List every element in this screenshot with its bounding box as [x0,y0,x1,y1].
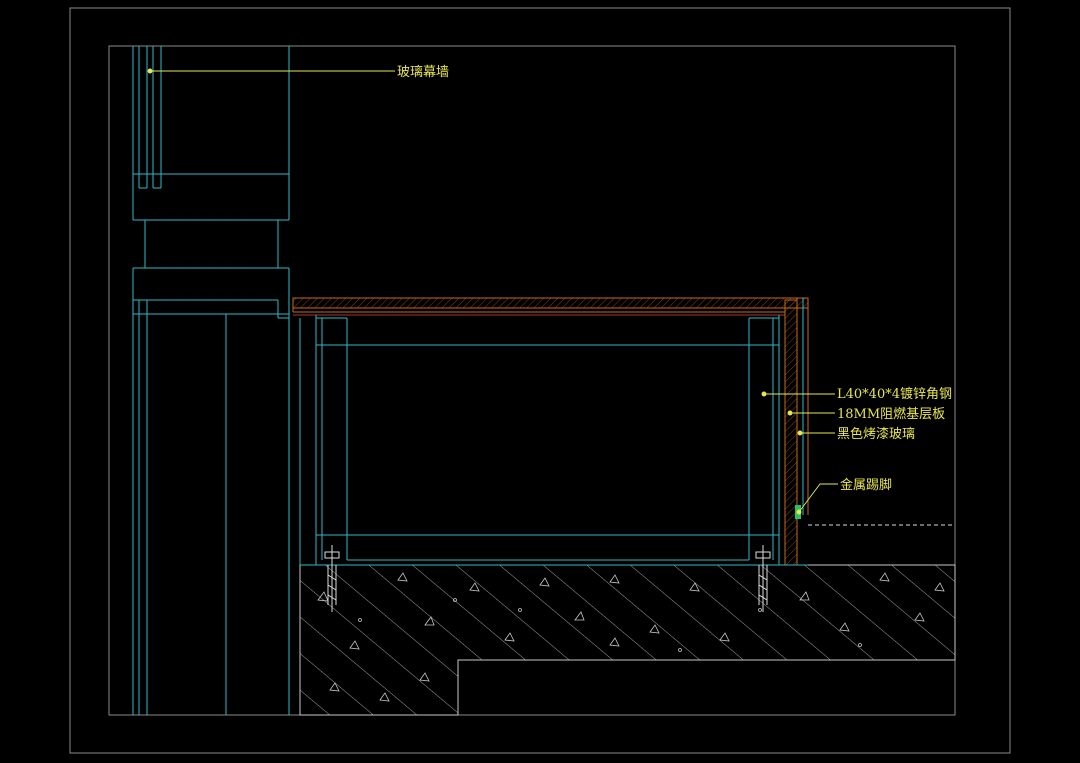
label-black-glass: 黑色烤漆玻璃 [837,426,915,442]
label-metal-skirting: 金属踢脚 [840,477,892,493]
label-curtain-wall: 玻璃幕墙 [397,65,449,80]
side-base-board [784,298,809,566]
leader-lines [147,68,838,515]
curtain-wall-section [132,46,290,715]
steel-frame [299,315,808,566]
concrete-slab [299,564,956,716]
cad-section-drawing: 玻璃幕墙 L40*40*4镀锌角钢 18MM阻燃基层板 黑色烤漆玻璃 金属踢脚 [69,7,1011,754]
label-angle-steel: L40*40*4镀锌角钢 [837,386,952,402]
label-fire-board: 18MM阻燃基层板 [837,406,945,422]
top-base-board [292,297,809,316]
